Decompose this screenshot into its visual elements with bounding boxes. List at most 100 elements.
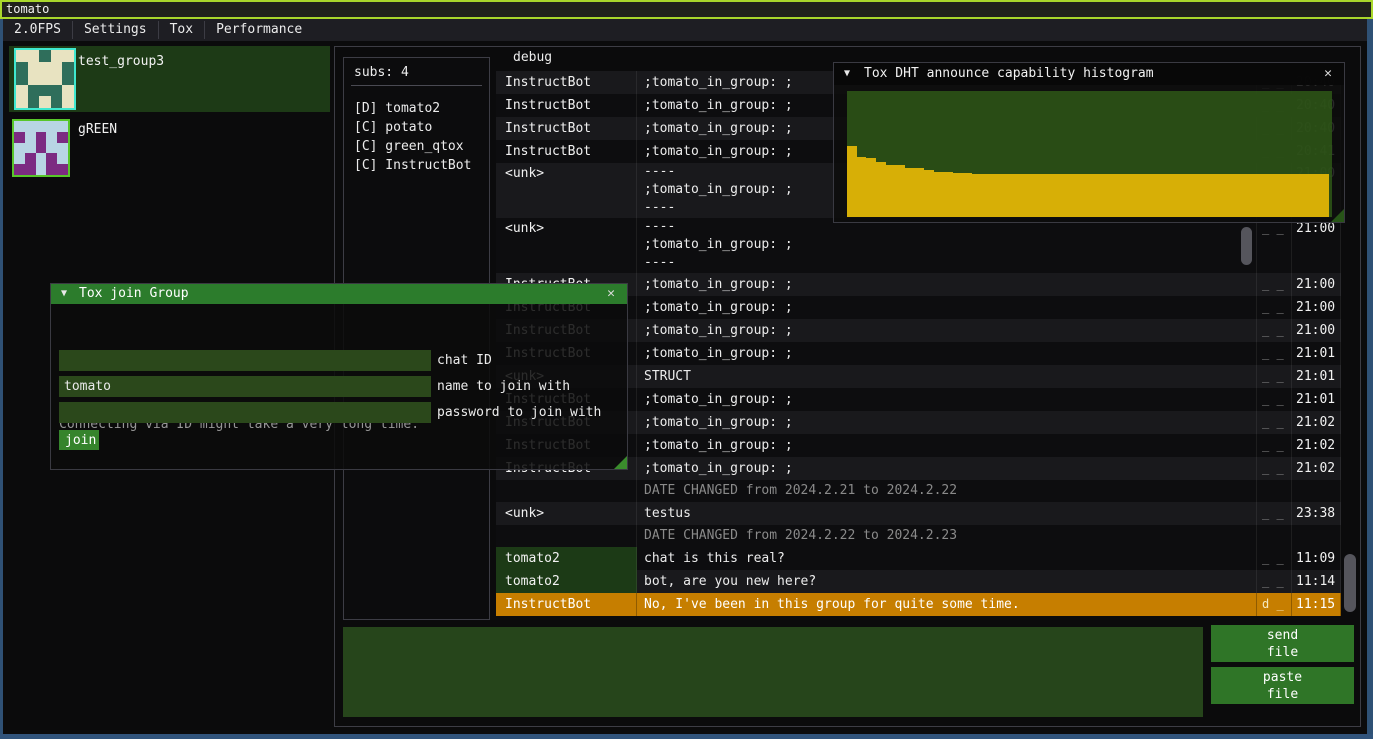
dht-histogram-window: ▼ Tox DHT announce capability histogram … — [833, 62, 1345, 223]
message-input[interactable] — [343, 627, 1203, 717]
sender-name: InstructBot — [496, 117, 637, 140]
delivery-status: _ _ — [1257, 218, 1292, 273]
timestamp: 23:38 — [1292, 502, 1341, 525]
close-icon[interactable]: ✕ — [603, 284, 619, 304]
sidebar-item-green[interactable]: gREEN — [9, 114, 330, 174]
timestamp: 21:01 — [1292, 388, 1341, 411]
members-count-label: subs: 4 — [354, 65, 409, 80]
sender-name: InstructBot — [496, 71, 637, 94]
message-row[interactable]: <unk>---- ;tomato_in_group: ; ----_ _21:… — [496, 218, 1341, 273]
collapse-arrow-icon[interactable]: ▼ — [844, 63, 850, 85]
member-list-item[interactable]: [C] green_qtox — [354, 137, 484, 156]
avatar-pixel — [36, 164, 47, 175]
paste-file-button[interactable]: paste file — [1211, 667, 1354, 704]
window-titlebar[interactable]: tomato — [0, 0, 1373, 19]
avatar-pixel — [36, 132, 47, 143]
sender-name: InstructBot — [496, 593, 637, 616]
avatar-pixel — [57, 143, 68, 154]
histogram-bar — [1001, 174, 1011, 217]
window-frame-right — [1367, 19, 1373, 739]
message-text: testus — [637, 502, 1257, 525]
message-text: bot, are you new here? — [637, 570, 1257, 593]
histogram-bar — [1271, 174, 1281, 217]
timestamp — [1292, 480, 1341, 502]
avatar-pixel — [57, 153, 68, 164]
group-avatar — [12, 119, 70, 177]
message-text: chat is this real? — [637, 547, 1257, 570]
join-name-input[interactable] — [59, 376, 431, 397]
histogram-bar — [1233, 174, 1243, 217]
member-list-item[interactable]: [C] InstructBot — [354, 156, 484, 175]
sender-name: <unk> — [496, 218, 637, 273]
histogram-bar — [992, 174, 1002, 217]
join-group-titlebar[interactable]: ▼ Tox join Group ✕ — [51, 284, 627, 304]
timestamp: 21:02 — [1292, 457, 1341, 480]
histogram-bar — [1040, 174, 1050, 217]
avatar-pixel — [14, 153, 25, 164]
histogram-bar — [1078, 174, 1088, 217]
delivery-status: _ _ — [1257, 570, 1292, 593]
tab-debug[interactable]: debug — [513, 50, 552, 65]
dht-histogram-title: Tox DHT announce capability histogram — [864, 63, 1154, 85]
delivery-status: _ _ — [1257, 296, 1292, 319]
member-list-item[interactable]: [D] tomato2 — [354, 99, 484, 118]
collapse-arrow-icon[interactable]: ▼ — [61, 284, 67, 304]
avatar-pixel — [57, 132, 68, 143]
histogram-bar — [1165, 174, 1175, 217]
chat-id-label: chat ID — [437, 350, 492, 371]
histogram-bar — [1117, 174, 1127, 217]
menu-item-performance[interactable]: Performance — [205, 19, 313, 41]
avatar-pixel — [28, 73, 40, 85]
join-password-label: password to join with — [437, 402, 601, 423]
message-row[interactable]: <unk>testus_ _23:38 — [496, 502, 1341, 525]
delivery-status: _ _ — [1257, 342, 1292, 365]
histogram-bar — [1223, 174, 1233, 217]
histogram-bar — [982, 174, 992, 217]
message-row[interactable]: tomato2bot, are you new here?_ _11:14 — [496, 570, 1341, 593]
histogram-bar — [1300, 174, 1310, 217]
timestamp: 11:15 — [1292, 593, 1341, 616]
avatar-pixel — [46, 121, 57, 132]
histogram-bar — [963, 173, 973, 217]
menu-item-settings[interactable]: Settings — [73, 19, 158, 41]
avatar-pixel — [16, 73, 28, 85]
histogram-bar — [972, 174, 982, 217]
menu-item-tox[interactable]: Tox — [159, 19, 204, 41]
message-row[interactable]: tomato2chat is this real?_ _11:09 — [496, 547, 1341, 570]
sidebar-item-test-group3[interactable]: test_group3 — [9, 46, 330, 112]
messages-scrollbar-thumb[interactable] — [1241, 227, 1252, 265]
message-text: No, I've been in this group for quite so… — [637, 593, 1257, 616]
histogram-bar — [914, 168, 924, 217]
histogram-bar — [1204, 174, 1214, 217]
avatar-pixel — [25, 143, 36, 154]
group-name: test_group3 — [78, 54, 164, 69]
resize-grip[interactable] — [1331, 209, 1344, 222]
delivery-status: _ _ — [1257, 411, 1292, 434]
avatar-pixel — [51, 62, 63, 74]
resize-grip[interactable] — [614, 456, 627, 469]
avatar-pixel — [25, 121, 36, 132]
join-password-input[interactable] — [59, 402, 431, 423]
avatar-pixel — [57, 164, 68, 175]
histogram-bar — [1290, 174, 1300, 217]
dht-histogram-titlebar[interactable]: ▼ Tox DHT announce capability histogram … — [834, 63, 1344, 85]
chat-scrollbar-thumb[interactable] — [1344, 554, 1356, 612]
avatar-pixel — [25, 164, 36, 175]
join-button[interactable]: join — [59, 430, 99, 450]
histogram-bar — [1098, 174, 1108, 217]
close-icon[interactable]: ✕ — [1320, 63, 1336, 85]
avatar-pixel — [39, 50, 51, 62]
avatar-pixel — [39, 85, 51, 97]
delivery-status: _ _ — [1257, 365, 1292, 388]
histogram-bar — [1030, 174, 1040, 217]
message-row[interactable]: InstructBotNo, I've been in this group f… — [496, 593, 1341, 616]
avatar-pixel — [62, 62, 74, 74]
send-file-button[interactable]: send file — [1211, 625, 1354, 662]
delivery-status: d _ — [1257, 593, 1292, 616]
date-row: DATE CHANGED from 2024.2.21 to 2024.2.22 — [496, 480, 1341, 502]
chat-id-input[interactable] — [59, 350, 431, 371]
histogram-bar — [1310, 174, 1320, 217]
member-list-item[interactable]: [C] potato — [354, 118, 484, 137]
avatar-pixel — [16, 50, 28, 62]
avatar-pixel — [14, 121, 25, 132]
